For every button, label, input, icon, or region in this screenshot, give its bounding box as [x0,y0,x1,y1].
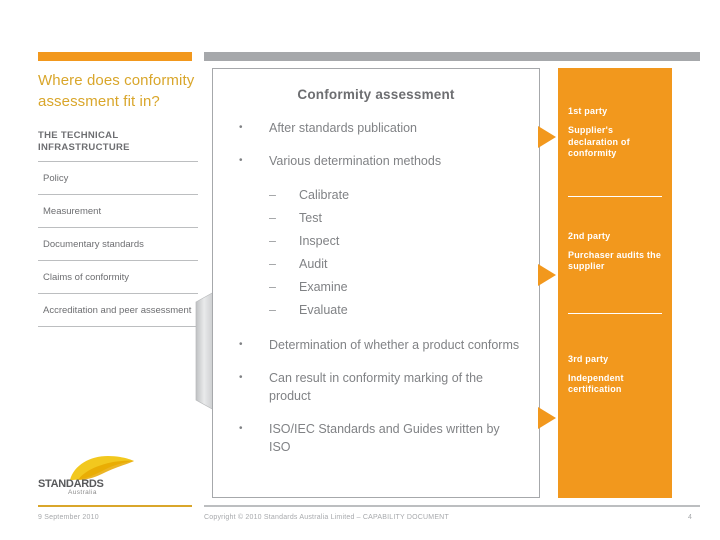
footer-date: 9 September 2010 [38,514,99,521]
sub-bullet-text: Audit [299,257,328,271]
party-body: Independent certification [568,372,624,395]
bullet-item: • Various determination methods [231,152,523,171]
sub-bullet-item: – Examine [231,276,523,299]
conformity-assessment-card: Conformity assessment • After standards … [212,68,540,498]
sub-bullet-text: Examine [299,280,348,294]
bullet-marker: • [239,339,243,350]
sub-bullet-item: – Audit [231,253,523,276]
party-block-third: 3rd party Independent certification [558,314,672,396]
sub-bullet-text: Test [299,211,322,225]
sub-bullet-item: – Test [231,207,523,230]
arrow-second-party-icon [538,264,556,286]
arrow-third-party-icon [538,407,556,429]
sidebar: Where does conformity assessment fit in?… [38,70,198,327]
parties-panel: 1st party Supplier's declaration of conf… [558,68,672,498]
sub-bullet-text: Calibrate [299,188,350,202]
bullet-list: • After standards publication • Various … [213,119,539,457]
sub-bullet-marker: – [269,303,276,317]
party-block-second: 2nd party Purchaser audits the supplier [558,197,672,273]
bullet-item: • After standards publication [231,119,523,138]
party-kicker: 3rd party [568,353,609,364]
party-block-first: 1st party Supplier's declaration of conf… [558,68,672,160]
bullet-item: • ISO/IEC Standards and Guides written b… [231,420,523,457]
sub-bullet-marker: – [269,257,276,271]
page-title: Where does conformity assessment fit in? [38,72,195,110]
bullet-item: • Determination of whether a product con… [231,336,523,355]
bullet-text: After standards publication [269,121,418,135]
footer-rule-gray [204,505,700,507]
top-rule-gray [204,52,700,61]
sub-bullet-text: Evaluate [299,303,348,317]
bullet-sublist: – Calibrate – Test – Inspect – Audit – E… [231,184,523,322]
sidebar-subheading: THE TECHNICAL INFRASTRUCTURE [38,130,198,162]
card-title: Conformity assessment [297,87,455,102]
party-body: Supplier's declaration of conformity [568,125,630,158]
slide-canvas: Where does conformity assessment fit in?… [0,0,720,540]
sub-bullet-item: – Evaluate [231,299,523,322]
sidebar-item-measurement[interactable]: Measurement [38,195,198,228]
party-kicker: 2nd party [568,230,611,241]
sidebar-item-documentary-standards[interactable]: Documentary standards [38,228,198,261]
bullet-marker: • [239,422,243,434]
bullet-marker: • [239,154,243,166]
footer-page-number: 4 [688,514,692,521]
sub-bullet-item: – Calibrate [231,184,523,207]
sidebar-item-accreditation-and-peer-assessment[interactable]: Accreditation and peer assessment [38,294,198,327]
bullet-item: • Can result in conformity marking of th… [231,369,523,406]
logo-subtext: Australia [68,489,97,496]
sub-bullet-marker: – [269,188,276,202]
bullet-text: Can result in conformity marking of the … [269,370,483,404]
sidebar-item-policy[interactable]: Policy [38,162,198,195]
sub-bullet-marker: – [269,211,276,225]
bullet-marker: • [239,122,243,133]
sub-bullet-item: – Inspect [231,230,523,253]
footer-copyright: Copyright © 2010 Standards Australia Lim… [204,514,449,521]
sub-bullet-marker: – [269,280,276,294]
arrow-first-party-icon [538,126,556,148]
party-body: Purchaser audits the supplier [568,249,662,272]
sub-bullet-marker: – [269,234,276,248]
top-rule-orange [38,52,192,61]
sidebar-item-claims-of-conformity[interactable]: Claims of conformity [38,261,198,294]
bullet-marker: • [239,371,243,383]
standards-australia-logo: STANDARDS Australia [38,455,198,500]
sub-bullet-text: Inspect [299,234,340,248]
footer-rule-gold [38,505,192,507]
bullet-text: Various determination methods [269,153,442,168]
party-kicker: 1st party [568,106,608,116]
bullet-text: ISO/IEC Standards and Guides written by … [269,421,500,455]
bullet-text: Determination of whether a product confo… [269,338,520,352]
